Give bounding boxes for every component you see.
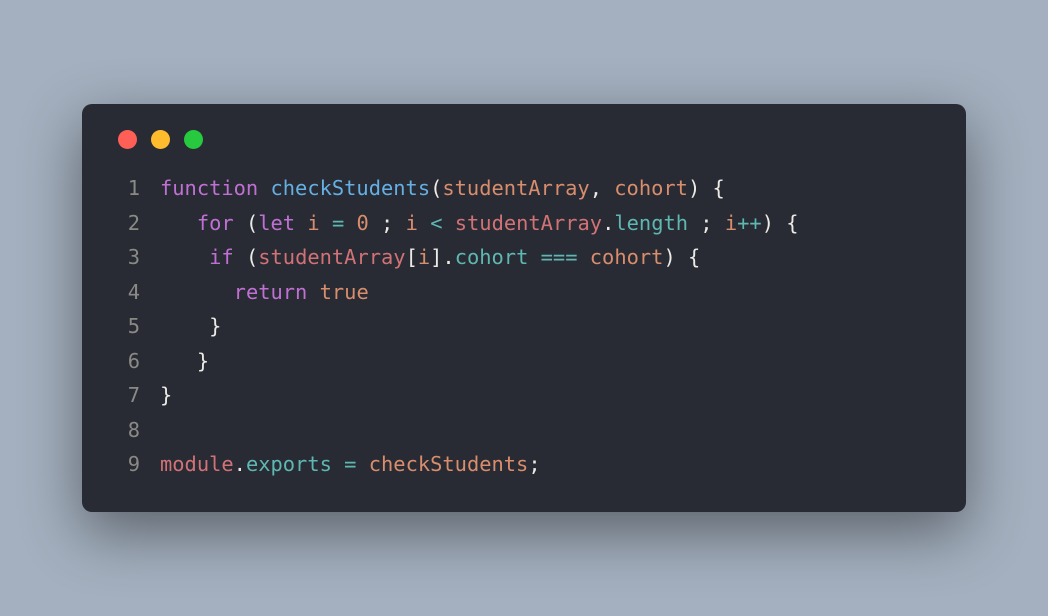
token: . (602, 211, 614, 235)
zoom-icon[interactable] (184, 130, 203, 149)
token: . (234, 452, 246, 476)
token: cohort (590, 245, 664, 269)
token: return (234, 280, 308, 304)
line-number: 1 (94, 171, 140, 205)
token (418, 211, 430, 235)
token (442, 211, 454, 235)
line-number: 2 (94, 206, 140, 240)
token: , (590, 176, 615, 200)
token: } (160, 383, 172, 407)
token: ; (688, 211, 725, 235)
line-number: 5 (94, 309, 140, 343)
token (577, 245, 589, 269)
token (258, 176, 270, 200)
token (160, 211, 197, 235)
line-content: } (140, 378, 172, 412)
token: } (160, 349, 209, 373)
token: [ (406, 245, 418, 269)
code-line: 4 return true (94, 275, 930, 309)
token: studentArray (258, 245, 405, 269)
window-titlebar (82, 104, 966, 171)
token: = (344, 452, 356, 476)
token (160, 280, 234, 304)
token: === (541, 245, 578, 269)
token: studentArray (442, 176, 589, 200)
line-content: } (140, 309, 221, 343)
token (528, 245, 540, 269)
token: exports (246, 452, 332, 476)
token: ( (234, 211, 259, 235)
token: = (332, 211, 344, 235)
token: 0 (357, 211, 369, 235)
token: for (197, 211, 234, 235)
line-number: 3 (94, 240, 140, 274)
token: } (160, 314, 221, 338)
token: checkStudents (369, 452, 529, 476)
token: true (320, 280, 369, 304)
token: checkStudents (271, 176, 431, 200)
line-content: module.exports = checkStudents; (140, 447, 541, 481)
line-number: 8 (94, 413, 140, 447)
token: if (209, 245, 234, 269)
line-content: for (let i = 0 ; i < studentArray.length… (140, 206, 799, 240)
code-line: 8 (94, 413, 930, 447)
token: i (725, 211, 737, 235)
token (160, 245, 209, 269)
token: length (614, 211, 688, 235)
token: ) { (663, 245, 700, 269)
token: ( (430, 176, 442, 200)
token: i (406, 211, 418, 235)
code-line: 9module.exports = checkStudents; (94, 447, 930, 481)
token (356, 452, 368, 476)
token: ; (369, 211, 406, 235)
code-window: 1function checkStudents(studentArray, co… (82, 104, 966, 511)
token: studentArray (455, 211, 602, 235)
code-content: 1function checkStudents(studentArray, co… (82, 171, 966, 481)
token: ) { (762, 211, 799, 235)
code-line: 2 for (let i = 0 ; i < studentArray.leng… (94, 206, 930, 240)
line-content: } (140, 344, 209, 378)
token: ( (234, 245, 259, 269)
line-content (140, 413, 172, 447)
code-line: 1function checkStudents(studentArray, co… (94, 171, 930, 205)
code-line: 6 } (94, 344, 930, 378)
token (344, 211, 356, 235)
token (320, 211, 332, 235)
token: cohort (455, 245, 529, 269)
token: ++ (737, 211, 762, 235)
token: ]. (430, 245, 455, 269)
line-content: function checkStudents(studentArray, coh… (140, 171, 725, 205)
token: cohort (614, 176, 688, 200)
code-line: 7} (94, 378, 930, 412)
close-icon[interactable] (118, 130, 137, 149)
line-number: 4 (94, 275, 140, 309)
code-line: 5 } (94, 309, 930, 343)
token: < (430, 211, 442, 235)
token: ) { (688, 176, 725, 200)
token: i (418, 245, 430, 269)
line-number: 6 (94, 344, 140, 378)
code-line: 3 if (studentArray[i].cohort === cohort)… (94, 240, 930, 274)
token: i (307, 211, 319, 235)
minimize-icon[interactable] (151, 130, 170, 149)
token (295, 211, 307, 235)
line-number: 9 (94, 447, 140, 481)
token: ; (528, 452, 540, 476)
token: function (160, 176, 258, 200)
line-number: 7 (94, 378, 140, 412)
token (307, 280, 319, 304)
line-content: return true (140, 275, 369, 309)
token: let (258, 211, 295, 235)
line-content: if (studentArray[i].cohort === cohort) { (140, 240, 700, 274)
token (332, 452, 344, 476)
token: module (160, 452, 234, 476)
